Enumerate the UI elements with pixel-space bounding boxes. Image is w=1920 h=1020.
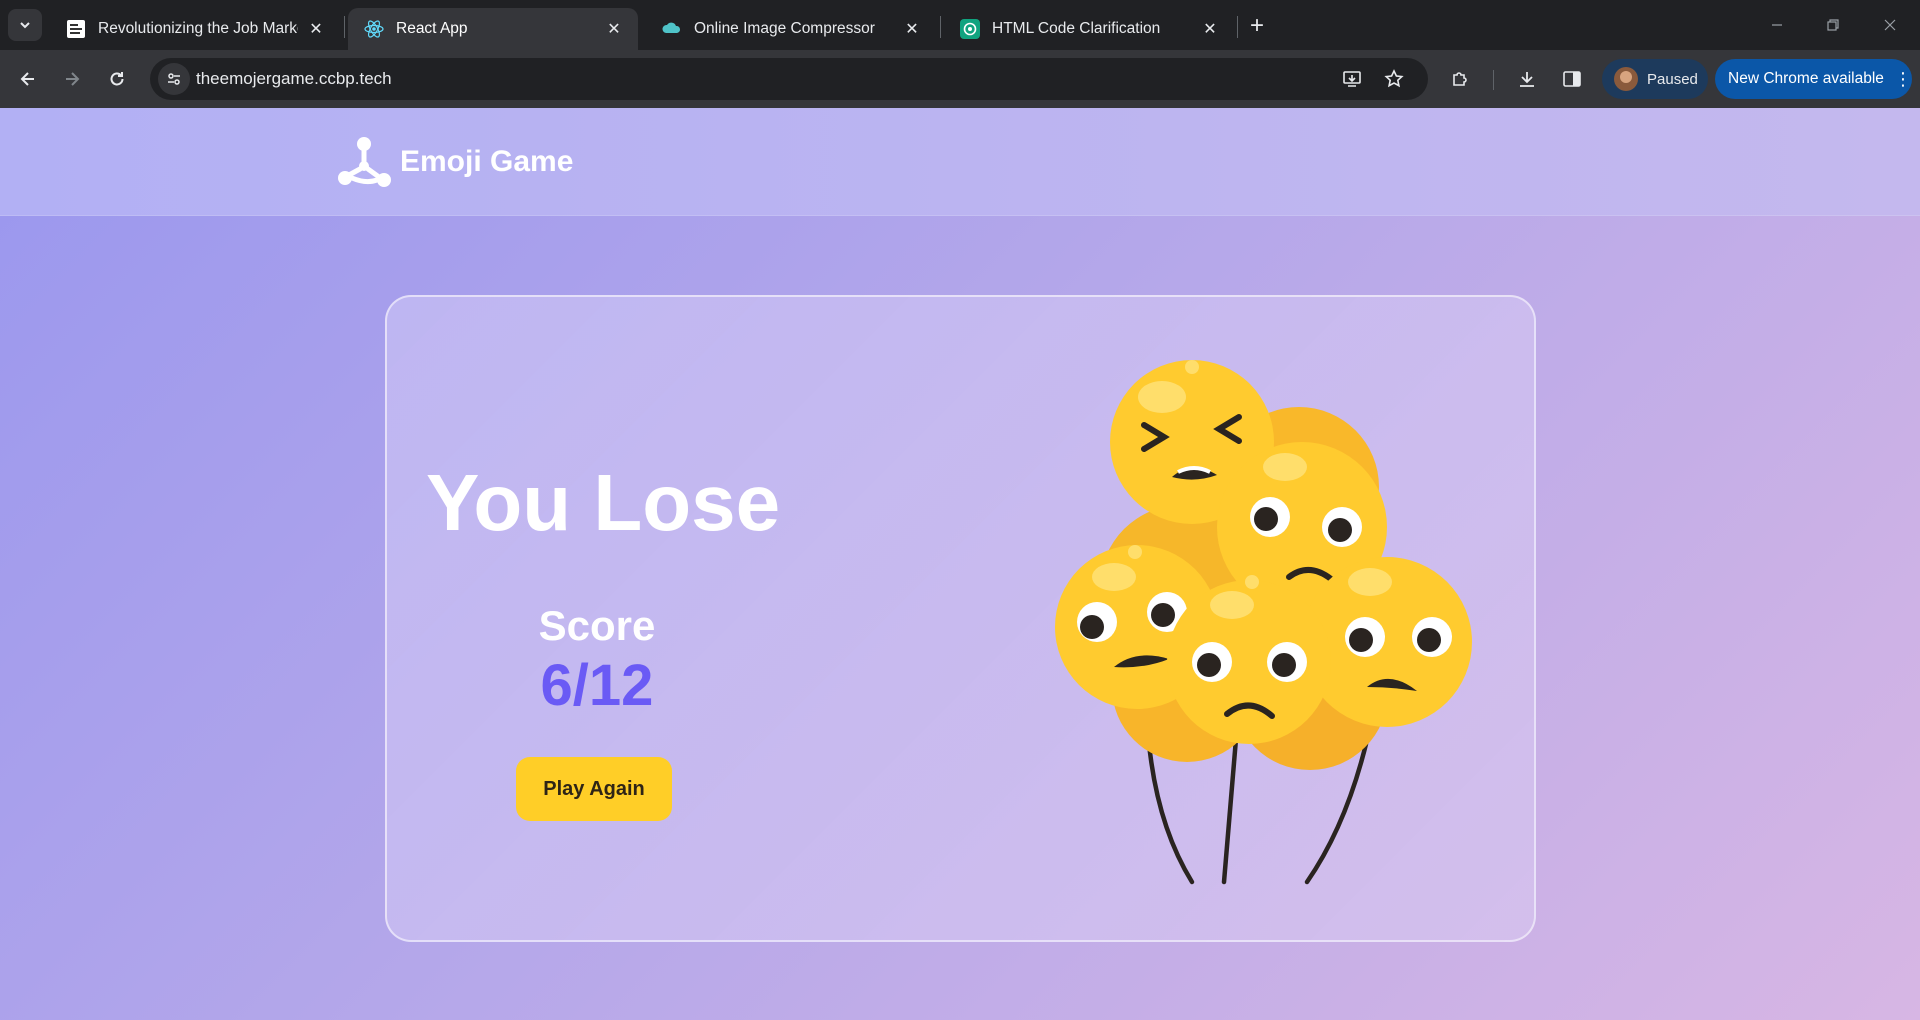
result-card: You Lose Score 6/12 Play Again [385,295,1536,942]
score-value: 6/12 [540,653,654,718]
browser-toolbar: theemojergame.ccbp.tech Paused New Chrom… [0,50,1920,108]
extensions-button[interactable] [1444,63,1476,95]
minimize-icon [1772,24,1782,26]
profile-button[interactable]: Paused [1602,59,1708,99]
close-window-button[interactable] [1870,10,1910,40]
back-button[interactable] [12,63,44,95]
puzzle-icon [1453,72,1467,86]
restore-icon [1827,19,1839,31]
address-bar[interactable]: theemojergame.ccbp.tech [150,58,1428,100]
minimize-button[interactable] [1757,10,1797,40]
tab-close-icon[interactable]: ✕ [1200,19,1220,39]
tab-search-button[interactable] [8,9,42,41]
back-arrow-icon [20,72,34,86]
avatar [1614,67,1638,91]
result-title: You Lose [426,458,781,547]
downloads-button[interactable] [1511,63,1543,95]
app-navbar: Emoji Game [0,108,1920,216]
restore-button[interactable] [1813,10,1853,40]
tab-html-clarification[interactable]: HTML Code Clarification ✕ [944,8,1234,50]
profile-status: Paused [1647,70,1698,88]
chevron-down-icon [20,22,30,29]
download-icon [1520,72,1534,87]
more-menu-icon[interactable]: ⋮ [1894,70,1912,88]
app-logo[interactable]: Emoji Game [336,136,573,188]
tab-react-app[interactable]: React App ✕ [348,8,638,50]
tab-separator [940,16,941,38]
tab-title: React App [396,20,468,37]
react-icon [364,19,384,39]
url-text[interactable]: theemojergame.ccbp.tech [196,69,392,89]
tab-job-market[interactable]: Revolutionizing the Job Market ✕ [50,8,340,50]
score-label: Score [538,602,656,649]
update-label: New Chrome available [1728,70,1884,87]
tune-icon [168,73,180,85]
forward-button[interactable] [56,63,88,95]
star-icon [1384,69,1404,88]
bookmark-button[interactable] [1378,63,1410,95]
tab-close-icon[interactable]: ✕ [902,19,922,39]
tab-image-compressor[interactable]: Online Image Compressor ✕ [646,8,936,50]
install-icon [1343,71,1361,87]
play-again-button[interactable]: Play Again [516,757,672,821]
update-chrome-button[interactable]: New Chrome available ⋮ [1715,59,1912,99]
page-content: Emoji Game You Lose Score 6/12 Play Agai… [0,108,1920,1020]
plus-icon: + [1249,12,1264,39]
tab-close-icon[interactable]: ✕ [604,19,624,39]
new-tab-button[interactable]: + [1243,12,1271,40]
tab-title: Revolutionizing the Job Market [98,20,298,37]
browser-tab-strip: Revolutionizing the Job Market ✕ React A… [0,0,1920,50]
cloud-favicon-icon [662,19,682,39]
side-panel-icon [1563,71,1581,87]
side-panel-button[interactable] [1556,63,1588,95]
tab-title: Online Image Compressor [694,20,875,37]
tab-separator [344,16,345,38]
score-block: Score 6/12 [507,602,687,719]
forward-arrow-icon [66,72,80,86]
toolbar-separator [1493,70,1494,90]
reload-icon [110,72,124,86]
tab-title: HTML Code Clarification [992,20,1161,37]
chatgpt-icon [960,19,980,39]
reload-button[interactable] [101,63,133,95]
install-app-button[interactable] [1336,63,1368,95]
app-title: Emoji Game [400,145,574,178]
site-info-button[interactable] [158,63,190,95]
tab-close-icon[interactable]: ✕ [306,19,326,39]
news-favicon-icon [66,19,86,39]
tab-separator [1237,16,1238,38]
close-icon [1884,19,1896,31]
emoji-game-logo-icon [338,137,391,187]
sad-emoji-balloons-illustration [1055,360,1472,885]
